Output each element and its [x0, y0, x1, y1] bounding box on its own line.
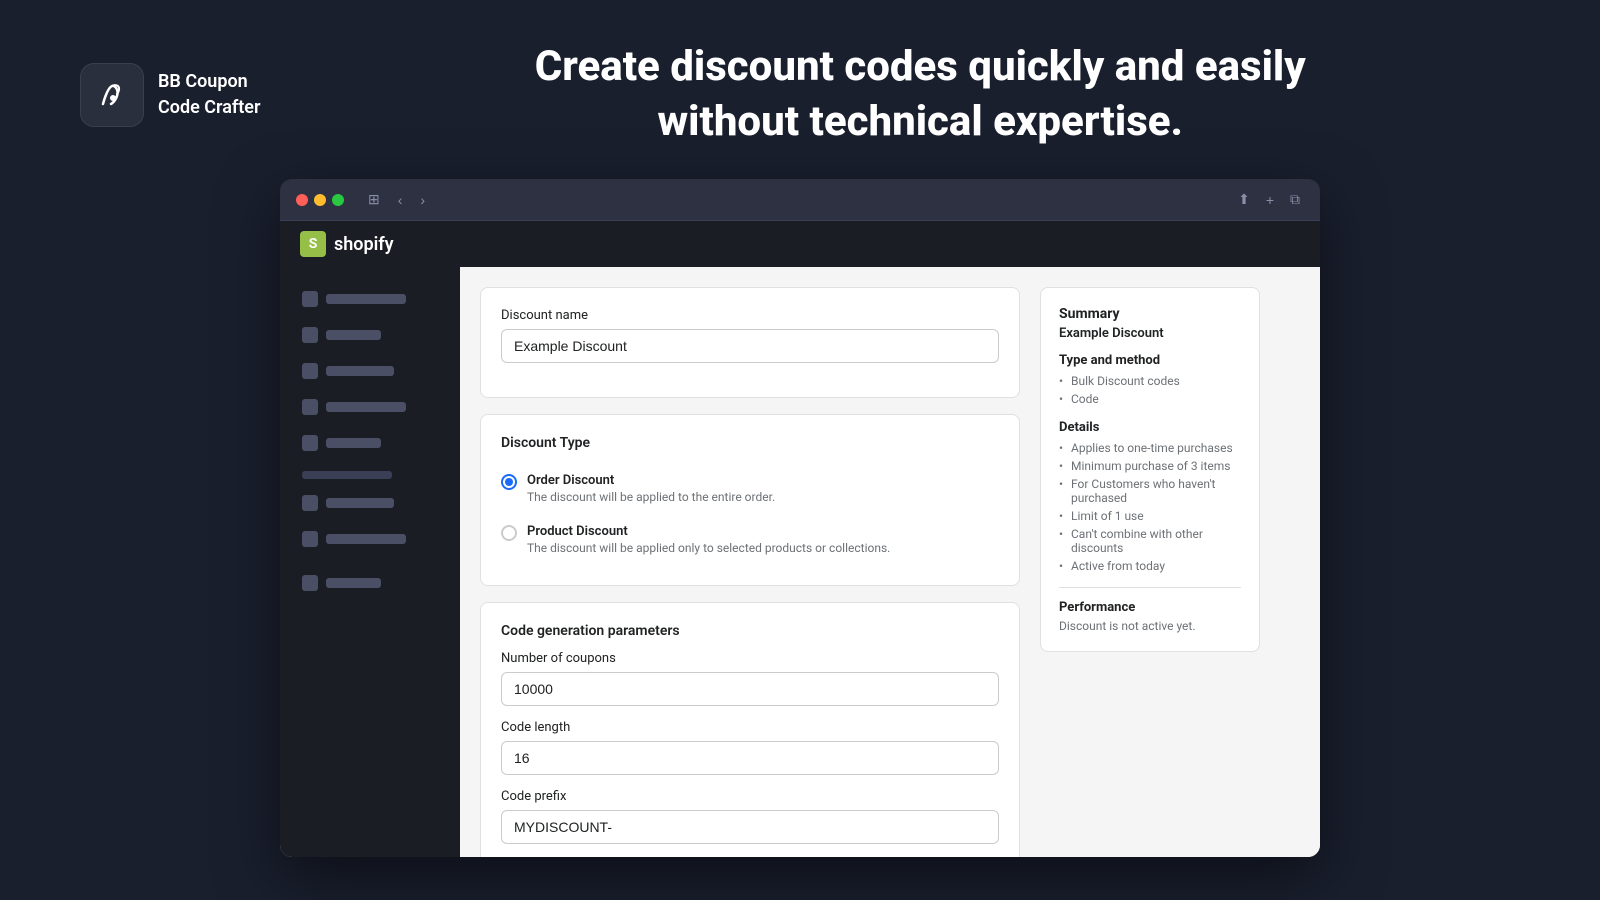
- sidebar-label-5: [326, 438, 381, 448]
- header: BB Coupon Code Crafter Create discount c…: [0, 0, 1600, 179]
- sidebar-item-6[interactable]: [292, 487, 448, 519]
- order-discount-option[interactable]: Order Discount The discount will be appl…: [501, 463, 999, 514]
- discount-name-label: Discount name: [501, 308, 999, 323]
- main-content: Discount name Discount Type Order Discou…: [460, 267, 1320, 857]
- browser-chrome: ⊞ ‹ › ⬆ + ⧉: [280, 179, 1320, 221]
- sidebar-label-4: [326, 402, 406, 412]
- order-discount-radio[interactable]: [501, 474, 517, 490]
- code-prefix-group: Code prefix: [501, 789, 999, 844]
- num-coupons-label: Number of coupons: [501, 651, 999, 666]
- form-area: Discount name Discount Type Order Discou…: [480, 287, 1020, 857]
- product-discount-text: Product Discount The discount will be ap…: [527, 524, 890, 555]
- shopify-nav: S shopify: [280, 221, 1320, 267]
- order-discount-text: Order Discount The discount will be appl…: [527, 473, 775, 504]
- traffic-lights: [296, 194, 344, 206]
- sidebar-label-7: [326, 534, 406, 544]
- summary-performance-title: Performance: [1059, 600, 1241, 615]
- sidebar-item-5[interactable]: [292, 427, 448, 459]
- summary-detail-4: Limit of 1 use: [1059, 509, 1241, 523]
- sidebar-icon-2: [302, 327, 318, 343]
- summary-detail-1: Applies to one-time purchases: [1059, 441, 1241, 455]
- sidebar-icon-3: [302, 363, 318, 379]
- sidebar-item-1[interactable]: [292, 283, 448, 315]
- browser-nav-icons: ⊞ ‹ ›: [364, 189, 429, 210]
- product-discount-radio[interactable]: [501, 525, 517, 541]
- summary-detail-3: For Customers who haven't purchased: [1059, 477, 1241, 505]
- summary-type-item-1: Bulk Discount codes: [1059, 374, 1241, 388]
- sidebar-bottom: [292, 567, 448, 599]
- code-length-label: Code length: [501, 720, 999, 735]
- share-icon[interactable]: ⬆: [1234, 189, 1254, 210]
- sidebar-icon-7: [302, 531, 318, 547]
- browser-action-icons: ⬆ + ⧉: [1234, 189, 1304, 210]
- sidebar-label-3: [326, 366, 394, 376]
- code-length-group: Code length: [501, 720, 999, 775]
- summary-type-item-2: Code: [1059, 392, 1241, 406]
- close-button[interactable]: [296, 194, 308, 206]
- summary-detail-6: Active from today: [1059, 559, 1241, 573]
- summary-discount-name: Example Discount: [1059, 326, 1241, 341]
- discount-type-title: Discount Type: [501, 435, 999, 451]
- summary-type-method-list: Bulk Discount codes Code: [1059, 374, 1241, 406]
- code-prefix-label: Code prefix: [501, 789, 999, 804]
- sidebar-item-3[interactable]: [292, 355, 448, 387]
- discount-name-group: Discount name: [501, 308, 999, 363]
- sidebar-icon-1: [302, 291, 318, 307]
- num-coupons-group: Number of coupons: [501, 651, 999, 706]
- num-coupons-input[interactable]: [501, 672, 999, 706]
- sidebar-section-divider: [302, 471, 392, 479]
- sidebar-item-2[interactable]: [292, 319, 448, 351]
- minimize-button[interactable]: [314, 194, 326, 206]
- headline: Create discount codes quickly and easily…: [320, 40, 1520, 149]
- summary-performance-text: Discount is not active yet.: [1059, 619, 1241, 633]
- summary-details-title: Details: [1059, 420, 1241, 435]
- summary-detail-2: Minimum purchase of 3 items: [1059, 459, 1241, 473]
- sidebar-label-bottom: [326, 578, 381, 588]
- sidebar-icon-6: [302, 495, 318, 511]
- summary-divider: [1059, 587, 1241, 588]
- copy-icon[interactable]: ⧉: [1286, 189, 1304, 210]
- shopify-logo-icon: S: [300, 231, 326, 257]
- discount-type-card: Discount Type Order Discount The discoun…: [480, 414, 1020, 586]
- grid-view-icon[interactable]: ⊞: [364, 189, 384, 210]
- product-discount-option[interactable]: Product Discount The discount will be ap…: [501, 514, 999, 565]
- summary-title: Summary: [1059, 306, 1241, 322]
- forward-icon[interactable]: ›: [416, 190, 429, 210]
- code-prefix-input[interactable]: [501, 810, 999, 844]
- back-icon[interactable]: ‹: [394, 190, 407, 210]
- summary-details-list: Applies to one-time purchases Minimum pu…: [1059, 441, 1241, 573]
- app-logo-icon: [80, 63, 144, 127]
- sidebar-label-2: [326, 330, 381, 340]
- discount-name-input[interactable]: [501, 329, 999, 363]
- summary-type-method-title: Type and method: [1059, 353, 1241, 368]
- code-generation-title: Code generation parameters: [501, 623, 999, 639]
- discount-name-card: Discount name: [480, 287, 1020, 398]
- app-body: Discount name Discount Type Order Discou…: [280, 267, 1320, 857]
- browser-window: ⊞ ‹ › ⬆ + ⧉ S shopify: [280, 179, 1320, 857]
- sidebar-icon-4: [302, 399, 318, 415]
- sidebar-icon-5: [302, 435, 318, 451]
- app-name: BB Coupon Code Crafter: [158, 69, 260, 119]
- summary-card: Summary Example Discount Type and method…: [1040, 287, 1260, 652]
- sidebar-item-7[interactable]: [292, 523, 448, 555]
- sidebar-icon-bottom: [302, 575, 318, 591]
- sidebar-item-4[interactable]: [292, 391, 448, 423]
- content-wrapper: Discount name Discount Type Order Discou…: [480, 287, 1260, 857]
- code-length-input[interactable]: [501, 741, 999, 775]
- sidebar-label-6: [326, 498, 394, 508]
- summary-detail-5: Can't combine with other discounts: [1059, 527, 1241, 555]
- sidebar-item-bottom[interactable]: [292, 567, 448, 599]
- sidebar: [280, 267, 460, 857]
- logo-area: BB Coupon Code Crafter: [80, 63, 260, 127]
- new-tab-icon[interactable]: +: [1262, 189, 1278, 210]
- code-generation-card: Code generation parameters Number of cou…: [480, 602, 1020, 857]
- sidebar-label-1: [326, 294, 406, 304]
- shopify-logo: S shopify: [300, 231, 394, 257]
- fullscreen-button[interactable]: [332, 194, 344, 206]
